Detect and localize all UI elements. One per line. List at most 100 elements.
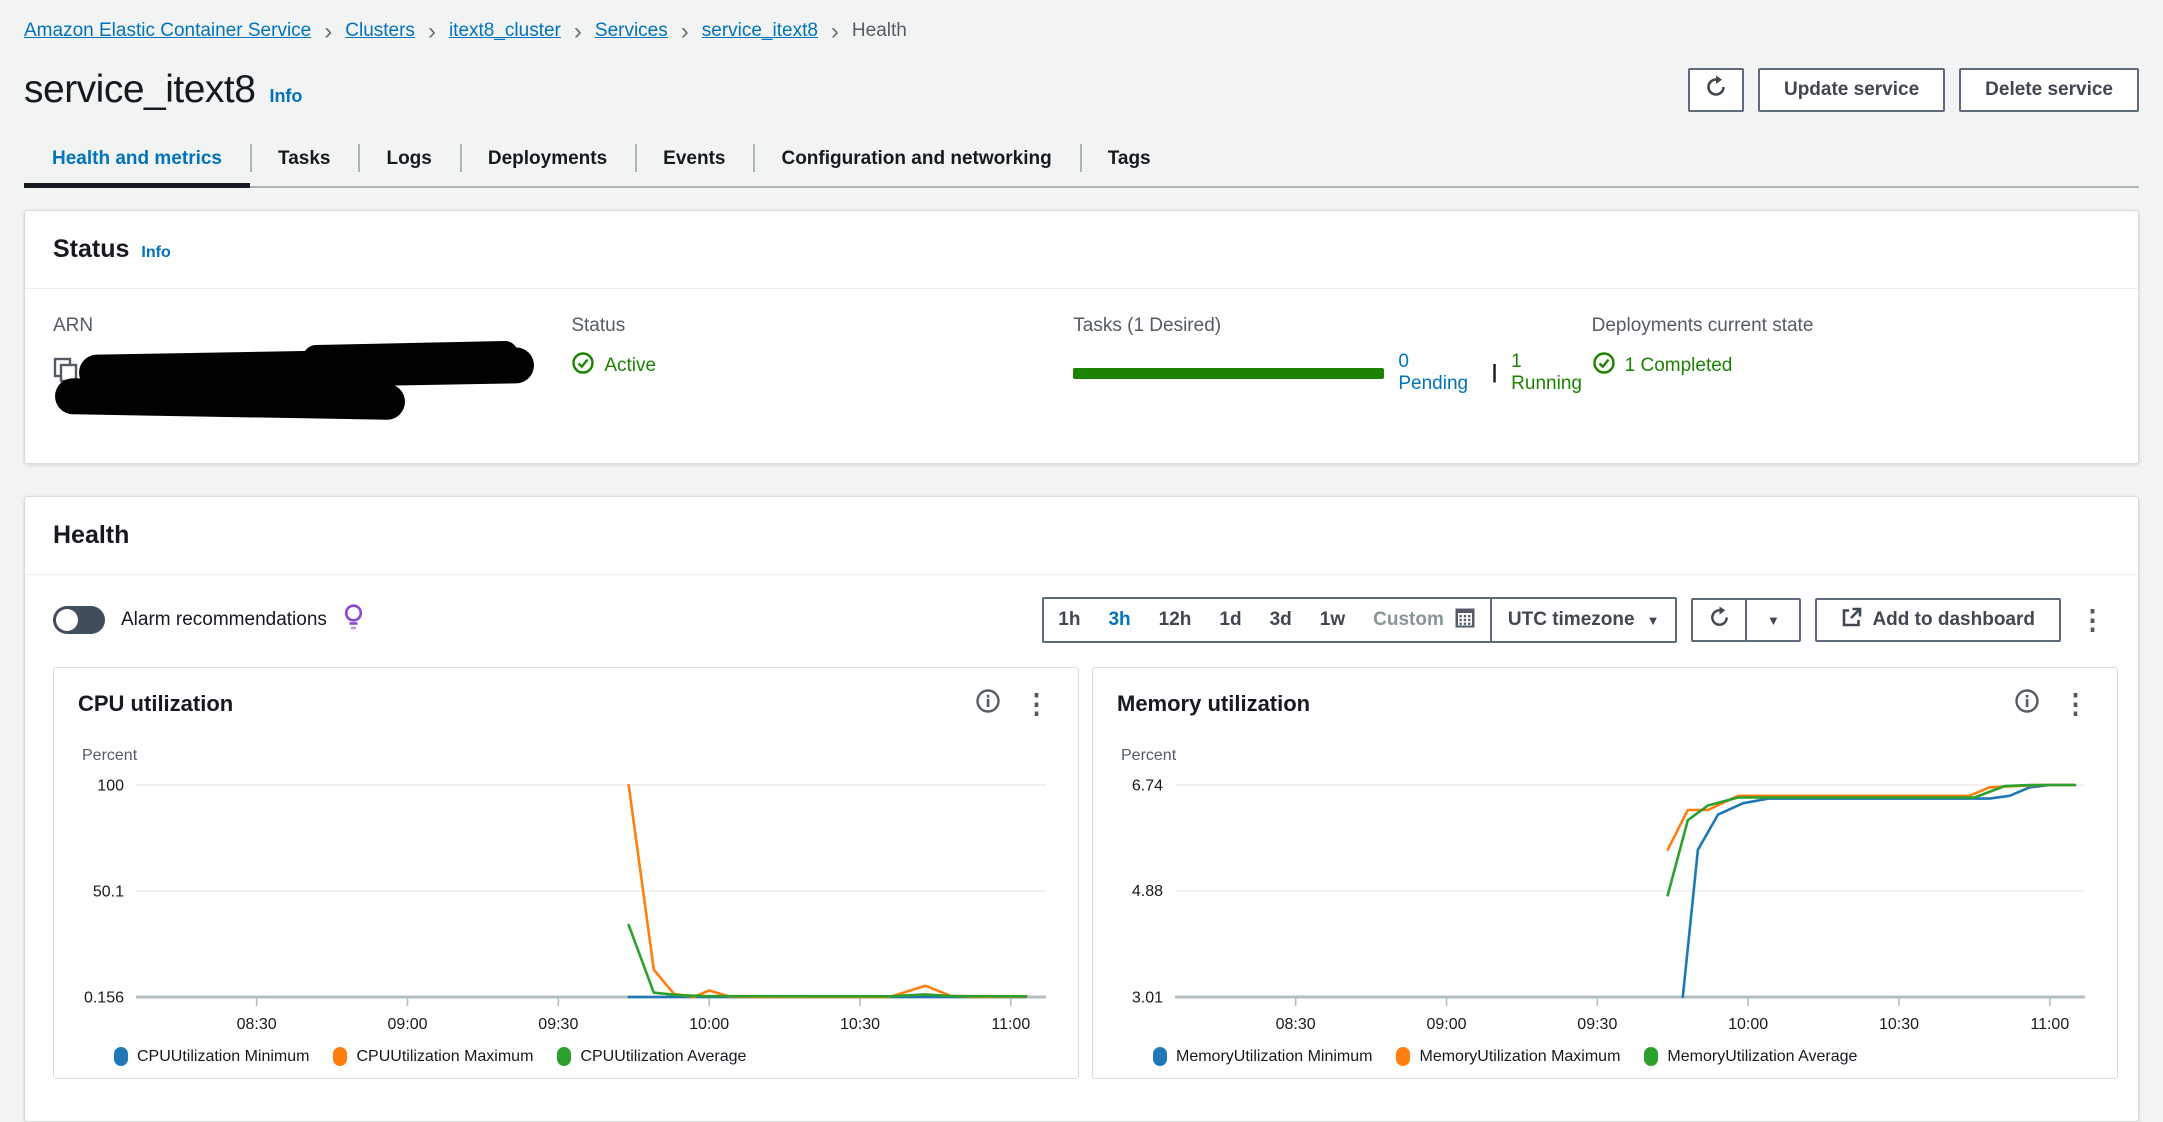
page-header: service_itext8 Info Update service Delet… — [0, 42, 2163, 112]
x-tick-label: 10:30 — [840, 1016, 880, 1033]
check-circle-icon — [1592, 351, 1616, 381]
status-value: Active — [604, 355, 656, 377]
legend-label: CPUUtilization Maximum — [356, 1048, 533, 1066]
tasks-field: Tasks (1 Desired) 0 Pending | 1 Running — [1073, 315, 1591, 423]
x-tick-label: 10:00 — [1728, 1016, 1768, 1033]
info-icon[interactable] — [975, 688, 1001, 719]
tab-tags[interactable]: Tags — [1080, 140, 1179, 186]
legend-label: CPUUtilization Minimum — [137, 1048, 309, 1066]
breadcrumb-link[interactable]: service_itext8 — [702, 20, 818, 42]
tab-tasks[interactable]: Tasks — [250, 140, 358, 186]
breadcrumb-link[interactable]: Clusters — [345, 20, 415, 42]
memory-chart-title: Memory utilization — [1117, 691, 1310, 717]
legend-item[interactable]: CPUUtilization Maximum — [333, 1047, 533, 1066]
series-line-cpuutilization-average — [629, 925, 1026, 996]
tasks-running: 1 Running — [1511, 351, 1591, 395]
arn-redaction — [55, 378, 406, 420]
chevron-down-icon: ▼ — [1647, 613, 1660, 628]
y-tick-label: 100 — [97, 778, 124, 795]
legend-item[interactable]: MemoryUtilization Average — [1644, 1047, 1857, 1066]
legend-item[interactable]: MemoryUtilization Minimum — [1153, 1047, 1372, 1066]
breadcrumb: Amazon Elastic Container Service›Cluster… — [0, 0, 2163, 42]
y-tick-label: 0.156 — [84, 990, 124, 1007]
breadcrumb-link[interactable]: Amazon Elastic Container Service — [24, 20, 311, 42]
x-tick-label: 08:30 — [237, 1016, 277, 1033]
timezone-dropdown[interactable]: UTC timezone ▼ — [1492, 609, 1676, 631]
refresh-icon — [1704, 75, 1728, 105]
add-to-dashboard-button[interactable]: Add to dashboard — [1815, 598, 2061, 642]
time-range-3h[interactable]: 3h — [1094, 609, 1144, 631]
time-range-1h[interactable]: 1h — [1044, 609, 1094, 631]
legend-item[interactable]: CPUUtilization Average — [557, 1047, 746, 1066]
legend-swatch — [1644, 1047, 1658, 1066]
breadcrumb-separator-icon: › — [415, 22, 449, 41]
health-panel-title: Health — [53, 521, 129, 550]
tasks-progress-bar — [1073, 368, 1384, 379]
deployments-value: 1 Completed — [1625, 355, 1733, 377]
health-panel: Health Alarm recommendations 1h3h12h1d3d… — [24, 496, 2139, 1122]
calendar-icon[interactable] — [1454, 607, 1476, 634]
refresh-options-button[interactable]: ▼ — [1745, 598, 1801, 642]
refresh-button[interactable] — [1688, 68, 1744, 112]
status-panel-title: Status — [53, 235, 129, 264]
tab-bar: Health and metricsTasksLogsDeploymentsEv… — [24, 140, 2139, 188]
legend-swatch — [1396, 1047, 1410, 1066]
lightbulb-icon[interactable] — [343, 603, 364, 637]
tab-logs[interactable]: Logs — [358, 140, 459, 186]
health-kebab-menu[interactable]: ⋮ — [2075, 610, 2110, 630]
time-range-custom[interactable]: Custom — [1359, 609, 1452, 631]
cpu-chart-legend: CPUUtilization Minimum CPUUtilization Max… — [114, 1047, 1054, 1066]
title-info-link[interactable]: Info — [269, 86, 302, 107]
cpu-utilization-chart[interactable]: 10050.10.15608:3009:0009:3010:0010:3011:… — [78, 769, 1054, 1039]
breadcrumb-separator-icon: › — [561, 22, 595, 41]
time-range-3d[interactable]: 3d — [1256, 609, 1306, 631]
x-tick-label: 09:00 — [1426, 1016, 1466, 1033]
breadcrumb-link[interactable]: Services — [595, 20, 668, 42]
deployments-field: Deployments current state 1 Completed — [1592, 315, 2110, 423]
tab-configuration-and-networking[interactable]: Configuration and networking — [753, 140, 1079, 186]
time-range-12h[interactable]: 12h — [1145, 609, 1206, 631]
memory-chart-legend: MemoryUtilization Minimum MemoryUtilizati… — [1153, 1047, 2093, 1066]
legend-swatch — [1153, 1047, 1167, 1066]
legend-item[interactable]: CPUUtilization Minimum — [114, 1047, 309, 1066]
breadcrumb-separator-icon: › — [668, 22, 702, 41]
alarm-recommendations-toggle[interactable] — [53, 606, 105, 634]
status-info-link[interactable]: Info — [141, 244, 170, 262]
x-tick-label: 10:00 — [689, 1016, 729, 1033]
cpu-chart-title: CPU utilization — [78, 691, 233, 717]
memory-utilization-chart[interactable]: 6.744.883.0108:3009:0009:3010:0010:3011:… — [1117, 769, 2093, 1039]
time-range-1w[interactable]: 1w — [1306, 609, 1359, 631]
cpu-utilization-chart-card: CPU utilization ⋮ Percent 100 50.1 0.156 08… — [53, 667, 1079, 1079]
tasks-pending: 0 Pending — [1398, 351, 1477, 395]
cpu-chart-kebab-menu[interactable]: ⋮ — [1019, 694, 1054, 714]
add-to-dashboard-label: Add to dashboard — [1872, 609, 2035, 631]
legend-label: CPUUtilization Average — [580, 1048, 746, 1066]
x-tick-label: 10:30 — [1879, 1016, 1919, 1033]
tab-deployments[interactable]: Deployments — [460, 140, 635, 186]
x-tick-label: 09:30 — [538, 1016, 578, 1033]
delete-service-button[interactable]: Delete service — [1959, 68, 2139, 112]
x-tick-label: 09:30 — [1577, 1016, 1617, 1033]
memory-chart-kebab-menu[interactable]: ⋮ — [2058, 694, 2093, 714]
time-range-1d[interactable]: 1d — [1205, 609, 1255, 631]
charts-refresh-button[interactable] — [1691, 598, 1747, 642]
alarm-recommendations-label: Alarm recommendations — [121, 609, 327, 631]
breadcrumb-link[interactable]: itext8_cluster — [449, 20, 561, 42]
y-tick-label: 4.88 — [1132, 883, 1163, 900]
cpu-chart-ylabel: Percent — [82, 747, 1054, 765]
status-field: Status Active — [571, 315, 1073, 423]
update-service-button[interactable]: Update service — [1758, 68, 1945, 112]
page-title: service_itext8 — [24, 68, 255, 112]
refresh-icon — [1708, 606, 1731, 635]
tab-events[interactable]: Events — [635, 140, 753, 186]
breadcrumb-separator-icon: › — [818, 22, 852, 41]
memory-utilization-chart-card: Memory utilization ⋮ Percent 6.744.883.0… — [1092, 667, 2118, 1079]
x-tick-label: 09:00 — [387, 1016, 427, 1033]
y-tick-label: 50.1 — [93, 883, 124, 900]
deployments-label: Deployments current state — [1592, 315, 2110, 337]
info-icon[interactable] — [2014, 688, 2040, 719]
status-label: Status — [571, 315, 1073, 337]
legend-label: MemoryUtilization Average — [1667, 1048, 1857, 1066]
legend-item[interactable]: MemoryUtilization Maximum — [1396, 1047, 1620, 1066]
tab-health-and-metrics[interactable]: Health and metrics — [24, 140, 250, 186]
